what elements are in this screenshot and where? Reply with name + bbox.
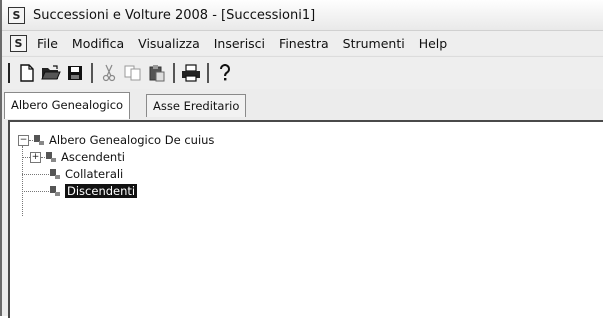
tab-albero-genealogico[interactable]: Albero Genealogico [4,92,131,119]
tree-node-discendenti[interactable]: Discendenti [18,183,138,199]
app-icon[interactable]: S [8,6,25,24]
print-icon[interactable] [179,61,203,85]
tree-node-collaterali[interactable]: Collaterali [18,166,123,182]
toolbar [2,56,603,89]
save-disk-icon[interactable] [63,61,87,85]
menu-finestra[interactable]: Finestra [279,36,329,51]
collapse-icon[interactable]: − [18,134,29,146]
toolbar-grip[interactable] [8,63,13,83]
menu-modifica[interactable]: Modifica [72,36,124,51]
help-question-icon[interactable] [213,61,237,85]
tree-node-ascendenti[interactable]: + Ascendenti [18,149,125,165]
tab-asse-ereditario[interactable]: Asse Ereditario [146,94,247,117]
tree-panel: − Albero Genealogico De cuius + Ascenden… [8,120,603,318]
cut-scissors-icon[interactable] [97,61,121,85]
toolbar-separator [207,63,209,83]
toolbar-separator [91,63,93,83]
node-icon [34,135,44,145]
node-icon [46,152,56,162]
tree-node-root[interactable]: − Albero Genealogico De cuius [18,132,214,148]
new-doc-icon[interactable] [15,61,39,85]
copy-icon[interactable] [121,61,145,85]
menu-strumenti[interactable]: Strumenti [343,36,405,51]
title-bar[interactable]: S Successioni e Volture 2008 - [Successi… [2,0,603,31]
tree-node-label: Albero Genealogico De cuius [49,133,215,147]
open-folder-icon[interactable] [39,61,63,85]
node-icon [50,169,60,179]
menu-bar: S File Modifica Visualizza Inserisci Fin… [2,31,603,55]
menu-help[interactable]: Help [419,36,448,51]
tab-strip: Albero Genealogico Asse Ereditario [2,92,603,120]
menu-inserisci[interactable]: Inserisci [214,36,265,51]
document-menu-icon[interactable]: S [10,34,27,52]
app-window: S Successioni e Volture 2008 - [Successi… [0,0,603,318]
tree-node-label: Ascendenti [61,150,125,164]
window-title: Successioni e Volture 2008 - [Succession… [33,7,316,23]
expand-icon[interactable]: + [30,151,41,163]
menu-visualizza[interactable]: Visualizza [138,36,200,51]
toolbar-separator [173,63,175,83]
node-icon [50,186,60,196]
tree-node-label: Collaterali [65,167,124,181]
tree-node-label-selected: Discendenti [65,184,138,198]
paste-icon[interactable] [145,61,169,85]
menu-file[interactable]: File [37,36,58,51]
